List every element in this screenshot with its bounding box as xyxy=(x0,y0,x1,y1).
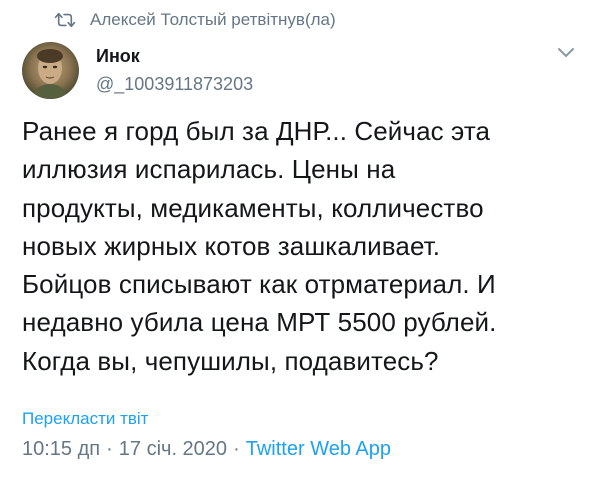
tweet-source-link[interactable]: Twitter Web App xyxy=(246,438,391,461)
tweet-time[interactable]: 10:15 дп xyxy=(22,438,100,461)
tweet-text: Ранее я горд был за ДНР... Сейчас эта ил… xyxy=(22,116,497,376)
author-handle[interactable]: @_1003911873203 xyxy=(96,74,253,95)
avatar[interactable] xyxy=(22,42,79,99)
retweet-label: Алексей Толстый ретвітнув(ла) xyxy=(90,10,336,29)
retweet-context[interactable]: Алексей Толстый ретвітнув(ла) xyxy=(54,10,336,30)
avatar-image xyxy=(32,49,68,99)
tweet-date[interactable]: 17 січ. 2020 xyxy=(119,438,227,461)
retweet-icon xyxy=(54,12,76,28)
translate-tweet-link[interactable]: Перекласти твіт xyxy=(22,409,148,429)
tweet-meta: 10:15 дп · 17 січ. 2020 · Twitter Web Ap… xyxy=(22,438,391,461)
meta-separator: · xyxy=(233,438,240,460)
author-name[interactable]: Инок xyxy=(96,46,140,67)
chevron-down-icon[interactable] xyxy=(556,46,576,60)
meta-separator: · xyxy=(106,438,113,460)
